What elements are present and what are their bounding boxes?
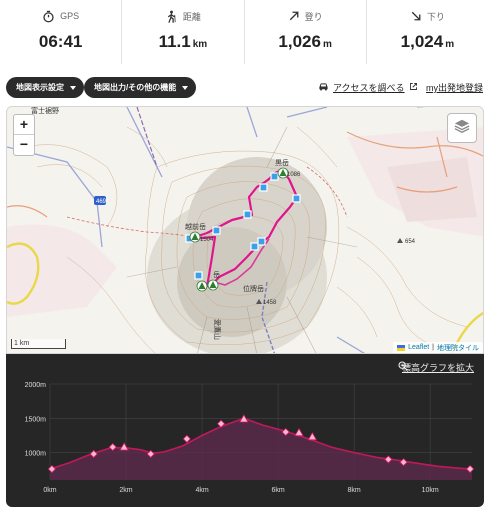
stat-label: 距離	[182, 11, 201, 22]
stat-value: 1,024	[400, 32, 444, 51]
waypoint-diamond	[182, 434, 191, 443]
map-output-button[interactable]: 地図出力/その他の機能	[84, 77, 197, 98]
map-attribution: Leaflet | 地理院タイル	[393, 342, 483, 353]
hiker-icon	[165, 10, 178, 23]
map-toolbar: 地図表示設定 地図出力/その他の機能 アクセスを調べる my出発地登録	[0, 76, 488, 100]
y-tick-label: 1500m	[25, 416, 47, 423]
expand-chart-link[interactable]: 標高グラフを拡大	[398, 361, 474, 374]
x-tick-label: 8km	[348, 487, 361, 494]
arrow-down-right-icon	[410, 10, 422, 22]
flag-icon	[397, 344, 406, 351]
label-peak-echizen-elev: 1504	[200, 237, 214, 243]
my-start-register-link[interactable]: my出発地登録	[426, 81, 483, 94]
label-route: 469	[96, 199, 107, 205]
stat-value: 1,026	[278, 32, 321, 51]
stat-label: 登り	[304, 11, 323, 22]
map-canvas: 富士裾野 469 越前岳 1504 黒岳 1086 654 位牌岳 1458 愛…	[7, 107, 483, 353]
scale-label: 1 km	[14, 340, 30, 347]
x-tick-label: 0km	[43, 487, 56, 494]
zoom-in-button[interactable]: +	[14, 115, 34, 135]
label-fuji: 富士裾野	[31, 107, 59, 115]
elevation-chart: 2000m 1500m 1000m 0km 2km 4km 6km 8km 10km	[25, 382, 475, 494]
elevation-chart-panel: 2000m 1500m 1000m 0km 2km 4km 6km 8km 10km 標高グラフ…	[6, 354, 484, 507]
leaflet-link[interactable]: Leaflet	[408, 344, 429, 351]
stat-label: 下り	[426, 11, 445, 22]
waypoint-triangle	[119, 442, 129, 451]
stopwatch-icon	[42, 10, 55, 23]
stats-bar: GPS 06:41 距離 11.1 km 登り 1,026 m 下り 1,024 m	[0, 0, 488, 64]
layers-button[interactable]	[447, 113, 477, 143]
car-icon	[318, 82, 329, 93]
label-peak-echizen: 越前岳	[185, 222, 206, 231]
stat-unit: m	[322, 39, 332, 50]
caret-down-icon	[182, 85, 189, 90]
waypoint-triangle	[294, 427, 304, 437]
stat-label: GPS	[60, 11, 80, 21]
label-small-peak: 岳	[213, 271, 220, 279]
label-aitaka: 愛鷹山	[213, 319, 222, 340]
zoom-control: + −	[13, 114, 35, 156]
stat-distance: 距離 11.1 km	[122, 0, 245, 64]
access-link-label: アクセスを調べる	[333, 83, 405, 93]
y-tick-label: 1000m	[25, 451, 47, 458]
label-peak-east-elev: 654	[405, 239, 416, 245]
access-link[interactable]: アクセスを調べる	[318, 81, 418, 94]
layers-icon	[453, 118, 471, 139]
route-map[interactable]: 富士裾野 469 越前岳 1504 黒岳 1086 654 位牌岳 1458 愛…	[6, 106, 484, 354]
label-peak-north-elev: 1086	[287, 172, 301, 178]
x-tick-label: 10km	[422, 487, 439, 494]
button-label: 地図出力/その他の機能	[94, 83, 177, 92]
tile-source-link[interactable]: 地理院タイル	[437, 343, 479, 353]
stat-gps-time: GPS 06:41	[0, 0, 123, 64]
caret-down-icon	[70, 85, 76, 90]
zoom-out-button[interactable]: −	[14, 135, 34, 155]
label-peak-north: 黒岳	[275, 159, 289, 167]
stat-value: 11.1	[158, 32, 191, 51]
stat-ascent: 登り 1,026 m	[245, 0, 367, 64]
label-peak-south-elev: 1458	[263, 300, 277, 306]
x-tick-label: 6km	[271, 487, 284, 494]
expand-chart-label: 標高グラフを拡大	[401, 363, 474, 373]
waypoint-triangle	[307, 431, 318, 441]
x-tick-label: 2km	[119, 487, 132, 494]
external-link-icon	[409, 82, 418, 93]
stat-unit: km	[192, 39, 208, 50]
button-label: 地図表示設定	[16, 83, 64, 92]
label-peak-south: 位牌岳	[243, 284, 264, 293]
attribution-separator: |	[432, 344, 434, 351]
map-display-settings-button[interactable]: 地図表示設定	[6, 77, 84, 98]
y-tick-label: 2000m	[25, 382, 47, 389]
stat-descent: 下り 1,024 m	[367, 0, 488, 64]
stat-value: 06:41	[38, 32, 83, 51]
link-label: my出発地登録	[426, 83, 483, 93]
map-scale: 1 km	[11, 339, 66, 349]
stat-unit: m	[445, 39, 455, 50]
arrow-up-right-icon	[288, 10, 300, 22]
x-tick-label: 4km	[195, 487, 208, 494]
